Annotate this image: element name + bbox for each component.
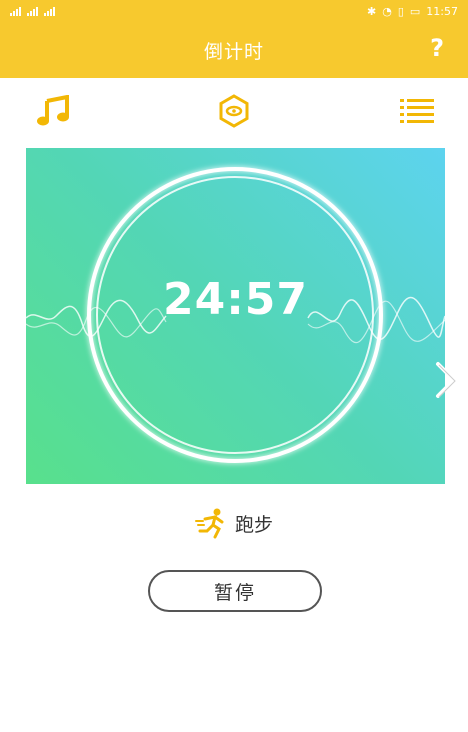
alarm-icon: ◔ — [382, 4, 392, 18]
chevron-right-icon[interactable] — [430, 358, 460, 402]
signal-icon — [27, 6, 38, 16]
status-right: ✱ ◔ ▯ ▭ 11:57 — [367, 5, 458, 18]
music-button[interactable] — [34, 92, 74, 130]
signal-icon — [10, 6, 21, 16]
status-time: 11:57 — [426, 4, 458, 18]
page-title: 倒计时 — [203, 40, 264, 63]
bluetooth-icon: ✱ — [367, 4, 377, 18]
battery-icon: ▭ — [409, 4, 421, 18]
status-bar: ✱ ◔ ▯ ▭ 11:57 — [0, 0, 468, 22]
mode-button[interactable] — [214, 92, 254, 130]
vibrate-icon: ▯ — [397, 4, 404, 18]
app-header: 倒计时 ? — [0, 22, 468, 78]
list-icon — [400, 99, 434, 123]
activity-selector[interactable]: 跑步 — [0, 505, 468, 541]
music-note-icon — [37, 95, 69, 126]
pause-button[interactable]: 暂停 — [148, 570, 322, 612]
status-left — [10, 6, 55, 16]
runner-icon — [194, 508, 224, 539]
list-button[interactable] — [397, 92, 437, 130]
help-button[interactable]: ? — [430, 34, 444, 62]
signal-icon — [44, 6, 55, 16]
toolbar — [0, 78, 468, 144]
hexagon-target-icon — [219, 94, 249, 128]
timer-card: 24:57 — [26, 148, 445, 484]
activity-label: 跑步 — [234, 513, 273, 536]
timer-display: 24:57 — [162, 274, 309, 325]
